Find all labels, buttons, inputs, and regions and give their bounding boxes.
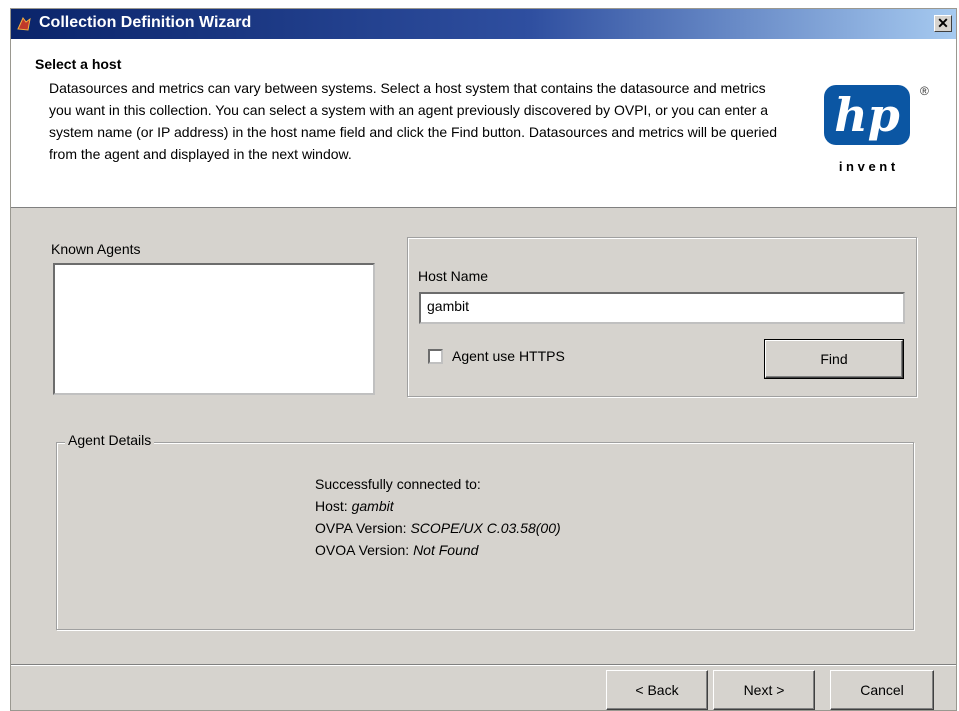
app-icon	[17, 17, 31, 31]
back-button[interactable]: < Back	[606, 670, 708, 710]
ovpa-version-label: OVPA Version:	[315, 520, 407, 536]
wizard-header: Select a host Datasources and metrics ca…	[11, 39, 956, 208]
window-title: Collection Definition Wizard	[39, 14, 252, 31]
agent-details-label: Agent Details	[65, 432, 155, 448]
agent-https-checkbox[interactable]	[428, 349, 443, 364]
host-panel: Host Name gambit Agent use HTTPS Find	[407, 237, 917, 397]
host-detail-label: Host:	[315, 498, 348, 514]
host-detail: Host: gambit	[315, 495, 561, 517]
agent-details-group: Agent Details Successfully connected to:…	[56, 432, 914, 630]
title-bar[interactable]: Collection Definition Wizard ✕	[11, 9, 956, 39]
ovoa-version-value: Not Found	[413, 542, 479, 558]
close-icon: ✕	[937, 15, 949, 31]
footer-divider	[11, 664, 956, 666]
ovoa-version: OVOA Version: Not Found	[315, 539, 561, 561]
host-name-input[interactable]: gambit	[419, 292, 905, 324]
host-detail-value: gambit	[351, 498, 394, 514]
ovoa-version-label: OVOA Version:	[315, 542, 410, 558]
hp-logo-registered: ®	[920, 84, 929, 98]
agent-details-content: Successfully connected to: Host: gambit …	[315, 473, 561, 561]
step-description: Datasources and metrics can vary between…	[49, 80, 778, 162]
cancel-button[interactable]: Cancel	[830, 670, 934, 710]
hp-logo-text: hp	[834, 88, 900, 142]
find-button[interactable]: Find	[764, 339, 904, 379]
hp-logo: hp ® i n v e n t	[824, 84, 929, 174]
close-button[interactable]: ✕	[934, 15, 952, 32]
ovpa-version: OVPA Version: SCOPE/UX C.03.58(00)	[315, 517, 561, 539]
agent-https-label: Agent use HTTPS	[452, 348, 565, 364]
hp-logo-tagline: i n v e n t	[839, 159, 896, 174]
known-agents-label: Known Agents	[51, 241, 141, 257]
next-button[interactable]: Next >	[713, 670, 815, 710]
connection-status: Successfully connected to:	[315, 476, 481, 492]
host-name-label: Host Name	[418, 268, 489, 284]
step-title: Select a host	[35, 56, 122, 72]
known-agents-list[interactable]	[53, 263, 375, 395]
ovpa-version-value: SCOPE/UX C.03.58(00)	[410, 520, 561, 536]
wizard-window: Collection Definition Wizard ✕ Select a …	[10, 8, 957, 711]
